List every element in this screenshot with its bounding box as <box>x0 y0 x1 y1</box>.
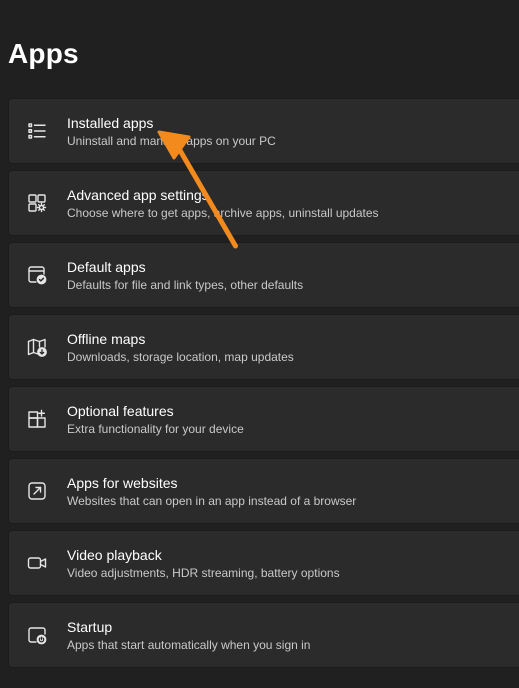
item-subtitle: Video adjustments, HDR streaming, batter… <box>67 565 340 580</box>
item-subtitle: Uninstall and manage apps on your PC <box>67 133 276 148</box>
item-subtitle: Choose where to get apps, archive apps, … <box>67 205 379 220</box>
item-subtitle: Downloads, storage location, map updates <box>67 349 294 364</box>
item-title: Video playback <box>67 546 162 563</box>
item-title: Advanced app settings <box>67 186 209 203</box>
map-download-icon <box>26 336 48 358</box>
item-title: Optional features <box>67 402 174 419</box>
item-subtitle: Websites that can open in an app instead… <box>67 493 357 508</box>
app-settings-icon <box>26 192 48 214</box>
open-external-icon <box>26 480 48 502</box>
item-title: Installed apps <box>67 114 154 131</box>
video-camera-icon <box>26 552 48 574</box>
installed-apps-item[interactable]: Installed apps Uninstall and manage apps… <box>8 98 519 164</box>
item-title: Apps for websites <box>67 474 178 491</box>
apps-for-websites-item[interactable]: Apps for websites Websites that can open… <box>8 458 519 524</box>
page-title: Apps <box>8 38 79 69</box>
settings-list: Installed apps Uninstall and manage apps… <box>8 98 519 674</box>
startup-item[interactable]: Startup Apps that start automatically wh… <box>8 602 519 668</box>
item-subtitle: Defaults for file and link types, other … <box>67 277 304 292</box>
default-apps-item[interactable]: Default apps Defaults for file and link … <box>8 242 519 308</box>
startup-icon <box>26 624 48 646</box>
optional-features-item[interactable]: Optional features Extra functionality fo… <box>8 386 519 452</box>
item-title: Startup <box>67 618 113 635</box>
advanced-app-settings-item[interactable]: Advanced app settings Choose where to ge… <box>8 170 519 236</box>
add-grid-icon <box>26 408 48 430</box>
default-apps-icon <box>26 264 48 286</box>
item-title: Default apps <box>67 258 146 275</box>
list-icon <box>26 120 48 142</box>
offline-maps-item[interactable]: Offline maps Downloads, storage location… <box>8 314 519 380</box>
item-title: Offline maps <box>67 330 146 347</box>
item-subtitle: Extra functionality for your device <box>67 421 244 436</box>
item-subtitle: Apps that start automatically when you s… <box>67 637 311 652</box>
video-playback-item[interactable]: Video playback Video adjustments, HDR st… <box>8 530 519 596</box>
